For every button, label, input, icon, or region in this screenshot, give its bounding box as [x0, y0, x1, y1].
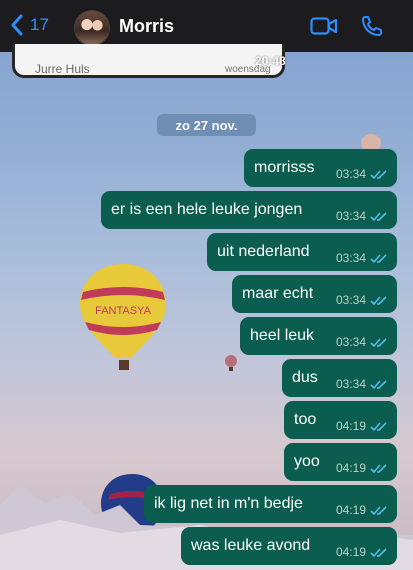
- avatar[interactable]: [74, 10, 110, 46]
- double-check-icon: [370, 169, 387, 179]
- message-time: 04:19: [335, 419, 366, 433]
- video-camera-icon[interactable]: [310, 15, 338, 37]
- back-button[interactable]: 17: [10, 14, 49, 36]
- message-bubble[interactable]: was leuke avond 04:19: [181, 527, 397, 565]
- message-time: 04:19: [335, 545, 366, 559]
- unread-count: 17: [30, 15, 49, 34]
- previous-sender: Jurre Huls: [35, 62, 90, 76]
- message-text: heel leuk: [250, 327, 315, 344]
- message-text: er is een hele leuke jongen: [111, 201, 303, 218]
- message-bubble[interactable]: too 04:19: [284, 401, 397, 439]
- message-time: 03:34: [335, 293, 366, 307]
- message-text: maar echt: [242, 285, 314, 302]
- message-time: 03:34: [335, 377, 366, 391]
- double-check-icon: [370, 253, 387, 263]
- message-text: yoo: [294, 453, 320, 470]
- message-bubble[interactable]: dus 03:34: [282, 359, 397, 397]
- message-time: 03:34: [335, 251, 366, 265]
- svg-text:FANTASYA: FANTASYA: [95, 305, 151, 317]
- message-time: 03:34: [335, 335, 366, 349]
- double-check-icon: [370, 337, 387, 347]
- message-bubble[interactable]: yoo 04:19: [284, 443, 397, 481]
- message-time: 04:19: [335, 461, 366, 475]
- message-bubble[interactable]: morrisss 03:34: [244, 149, 397, 187]
- message-text: dus: [292, 369, 318, 386]
- phone-icon[interactable]: [360, 14, 384, 38]
- double-check-icon: [370, 505, 387, 515]
- double-check-icon: [370, 379, 387, 389]
- double-check-icon: [370, 295, 387, 305]
- double-check-icon: [370, 547, 387, 557]
- previous-message-bubble[interactable]: Jurre Huls woensdag 20:48: [12, 44, 286, 78]
- double-check-icon: [370, 211, 387, 221]
- double-check-icon: [370, 463, 387, 473]
- message-bubble[interactable]: maar echt 03:34: [232, 275, 397, 313]
- message-time: 03:34: [335, 167, 366, 181]
- message-bubble[interactable]: heel leuk 03:34: [240, 317, 397, 355]
- message-bubble[interactable]: uit nederland 03:34: [207, 233, 397, 271]
- message-text: was leuke avond: [191, 537, 311, 554]
- contact-name[interactable]: Morris: [119, 16, 174, 37]
- message-text: uit nederland: [217, 243, 310, 260]
- message-time: 04:19: [335, 503, 366, 517]
- message-bubble[interactable]: ik lig net in m'n bedje 04:19: [144, 485, 397, 523]
- double-check-icon: [370, 421, 387, 431]
- message-text: morrisss: [254, 159, 315, 176]
- balloon-yellow: FANTASYA: [80, 264, 166, 370]
- chevron-left-icon: [11, 14, 23, 36]
- message-bubble[interactable]: er is een hele leuke jongen 03:34: [101, 191, 397, 229]
- message-text: too: [294, 411, 317, 428]
- message-text: ik lig net in m'n bedje: [154, 495, 303, 512]
- date-separator: zo 27 nov.: [157, 114, 256, 136]
- balloon-small-mid: [225, 355, 237, 371]
- message-time: 03:34: [335, 209, 366, 223]
- previous-time: 20:48: [255, 54, 286, 68]
